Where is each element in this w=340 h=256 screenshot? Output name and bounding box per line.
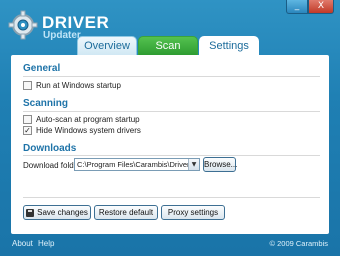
settings-panel: General Run at Windows startup Scanning … xyxy=(11,55,329,234)
window-controls: _ X xyxy=(286,0,334,14)
tab-settings[interactable]: Settings xyxy=(199,36,259,56)
divider xyxy=(23,76,320,77)
divider xyxy=(23,197,320,198)
hide-system-drivers-label: Hide Windows system drivers xyxy=(36,126,141,135)
help-link[interactable]: Help xyxy=(38,239,54,248)
browse-button[interactable]: Browse... xyxy=(203,157,237,172)
tab-scan[interactable]: Scan xyxy=(138,36,198,56)
download-folder-value: C:\Program Files\Carambis\Driver Upda xyxy=(77,160,188,169)
proxy-settings-button[interactable]: Proxy settings xyxy=(161,205,225,220)
run-at-startup-label: Run at Windows startup xyxy=(36,81,121,90)
logo-subtitle: Updater xyxy=(43,30,81,41)
auto-scan-option[interactable]: Auto-scan at program startup xyxy=(23,115,140,124)
auto-scan-checkbox[interactable] xyxy=(23,115,32,124)
section-general-title: General xyxy=(23,63,61,74)
gear-logo-icon xyxy=(8,10,38,40)
divider xyxy=(23,111,320,112)
tab-bar: Overview Scan Settings xyxy=(77,36,260,56)
section-downloads-title: Downloads xyxy=(23,143,77,154)
copyright-text: © 2009 Carambis xyxy=(269,239,328,248)
auto-scan-label: Auto-scan at program startup xyxy=(36,115,140,124)
hide-system-drivers-option[interactable]: ✓ Hide Windows system drivers xyxy=(23,126,141,135)
download-folder-select[interactable]: C:\Program Files\Carambis\Driver Upda ▼ xyxy=(74,158,200,171)
app-window: DRIVER Updater _ X Overview Scan Setting… xyxy=(0,0,340,256)
minimize-button[interactable]: _ xyxy=(286,0,308,14)
section-scanning-title: Scanning xyxy=(23,98,69,109)
hide-system-drivers-checkbox[interactable]: ✓ xyxy=(23,126,32,135)
divider xyxy=(23,155,320,156)
chevron-down-icon[interactable]: ▼ xyxy=(188,159,199,170)
about-link[interactable]: About xyxy=(12,239,33,248)
save-changes-label: Save changes xyxy=(37,208,88,217)
run-at-startup-checkbox[interactable] xyxy=(23,81,32,90)
floppy-disk-icon xyxy=(26,208,35,217)
restore-default-button[interactable]: Restore default xyxy=(94,205,158,220)
tab-overview[interactable]: Overview xyxy=(77,36,137,56)
close-button[interactable]: X xyxy=(308,0,334,14)
save-changes-button[interactable]: Save changes xyxy=(23,205,91,220)
run-at-startup-option[interactable]: Run at Windows startup xyxy=(23,81,121,90)
